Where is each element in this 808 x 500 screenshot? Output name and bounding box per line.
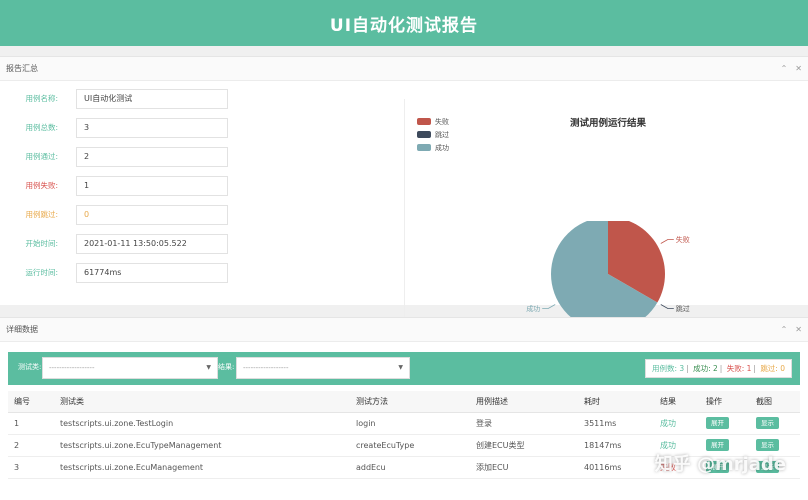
pie-slice-label: 失败 xyxy=(676,235,690,244)
cell-desc: 登录 xyxy=(470,412,578,435)
chevron-down-icon: ▼ xyxy=(206,364,211,371)
details-panel-header: 详细数据 ⌃ ✕ xyxy=(0,318,808,342)
col-header-desc: 用例描述 xyxy=(470,391,578,413)
pie-leader-line xyxy=(660,304,674,309)
field-case-fail: 用例失败: 1 xyxy=(0,175,228,196)
select-value: ------------------ xyxy=(243,364,289,372)
cell-desc: 添加ECU xyxy=(470,456,578,479)
pie-slice-label: 跳过 xyxy=(676,304,690,313)
cell-time: 18147ms xyxy=(578,434,654,457)
filter-bar: 测试类: ------------------ ▼ 结果: ----------… xyxy=(8,352,800,385)
filter-result-label: 结果: xyxy=(218,363,235,371)
field-label: 用例通过: xyxy=(25,152,58,161)
stats-summary: 用例数: 3 | 成功: 2 | 失败: 1 | 跳过: 0 xyxy=(644,359,792,378)
field-label: 开始时间: xyxy=(25,239,58,248)
cell-method: login xyxy=(350,412,470,435)
legend-swatch xyxy=(417,131,431,138)
pie-leader-line xyxy=(660,239,674,244)
chevron-down-icon: ▼ xyxy=(398,364,403,371)
legend-swatch xyxy=(417,144,431,151)
select-value: ------------------ xyxy=(49,364,95,372)
field-start-time: 开始时间: 2021-01-11 13:50:05.522 xyxy=(0,233,228,254)
field-value: 0 xyxy=(76,204,228,225)
watermark: 知乎 @mrjade xyxy=(654,454,786,475)
col-header-id: 编号 xyxy=(8,391,54,413)
close-icon[interactable]: ✕ xyxy=(795,325,802,334)
stat-fail: 失败: 1 xyxy=(726,364,752,373)
legend-item-fail[interactable]: 失败 xyxy=(417,115,449,128)
pie-slice-label: 成功 xyxy=(526,304,540,313)
summary-panel-title: 报告汇总 xyxy=(6,64,38,73)
filter-result-select[interactable]: ------------------ ▼ xyxy=(236,357,410,379)
cell-id: 2 xyxy=(8,434,54,457)
field-case-pass: 用例通过: 2 xyxy=(0,146,228,167)
cell-op: 展开 xyxy=(700,412,750,435)
collapse-icon[interactable]: ⌃ xyxy=(781,64,788,73)
filter-class-label: 测试类: xyxy=(18,363,42,371)
field-value: 2021-01-11 13:50:05.522 xyxy=(76,233,228,254)
legend-item-pass[interactable]: 成功 xyxy=(417,141,449,154)
col-header-result: 结果 xyxy=(654,391,700,413)
col-header-method: 测试方法 xyxy=(350,391,470,413)
cell-shot: 显示 xyxy=(750,412,800,435)
field-label: 用例总数: xyxy=(25,123,58,132)
field-case-total: 用例总数: 3 xyxy=(0,117,228,138)
legend-label: 成功 xyxy=(435,143,449,152)
collapse-icon[interactable]: ⌃ xyxy=(781,325,788,334)
stat-pass: 成功: 2 xyxy=(693,364,718,373)
legend-item-skip[interactable]: 跳过 xyxy=(417,128,449,141)
field-value: 2 xyxy=(76,146,228,167)
field-value: UI自动化测试 xyxy=(76,88,228,109)
cell-class: testscripts.ui.zone.EcuTypeManagement xyxy=(54,434,350,457)
cell-desc: 创建ECU类型 xyxy=(470,434,578,457)
table-header-row: 编号 测试类 测试方法 用例描述 耗时 结果 操作 截图 xyxy=(8,391,800,413)
show-screenshot-button[interactable]: 显示 xyxy=(756,417,779,429)
field-label: 用例名称: xyxy=(25,94,58,103)
details-panel-title: 详细数据 xyxy=(6,325,38,334)
expand-button[interactable]: 展开 xyxy=(706,417,729,429)
col-header-op: 操作 xyxy=(700,391,750,413)
stat-skip: 跳过: 0 xyxy=(760,364,785,373)
chart-legend: 失败 跳过 成功 xyxy=(417,115,449,154)
col-header-time: 耗时 xyxy=(578,391,654,413)
field-case-name: 用例名称: UI自动化测试 xyxy=(0,88,228,109)
cell-class: testscripts.ui.zone.EcuManagement xyxy=(54,456,350,479)
report-header: UI自动化测试报告 xyxy=(0,0,808,46)
cell-id: 3 xyxy=(8,456,54,479)
chart-title: 测试用例运行结果 xyxy=(569,118,646,129)
cell-time: 3511ms xyxy=(578,412,654,435)
divider xyxy=(404,99,405,317)
field-case-skip: 用例跳过: 0 xyxy=(0,204,228,225)
legend-label: 失败 xyxy=(435,117,449,126)
filter-class-select[interactable]: ------------------ ▼ xyxy=(42,357,218,379)
cell-class: testscripts.ui.zone.TestLogin xyxy=(54,412,350,435)
close-icon[interactable]: ✕ xyxy=(795,64,802,73)
table-row: 1 testscripts.ui.zone.TestLogin login 登录… xyxy=(8,412,800,435)
field-value: 1 xyxy=(76,175,228,196)
cell-method: addEcu xyxy=(350,456,470,479)
field-label: 用例跳过: xyxy=(25,210,58,219)
legend-label: 跳过 xyxy=(435,130,449,139)
field-value: 3 xyxy=(76,117,228,138)
cell-result: 成功 xyxy=(654,412,700,435)
cell-time: 40116ms xyxy=(578,456,654,479)
summary-panel: 报告汇总 ⌃ ✕ 用例名称: UI自动化测试 用例总数: 3 用例通过: 2 用… xyxy=(0,56,808,331)
col-header-shot: 截图 xyxy=(750,391,800,413)
field-label: 用例失败: xyxy=(25,181,58,190)
col-header-class: 测试类 xyxy=(54,391,350,413)
field-run-time: 运行时间: 61774ms xyxy=(0,262,228,283)
cell-id: 1 xyxy=(8,412,54,435)
pie-leader-line xyxy=(542,304,556,309)
cell-method: createEcuType xyxy=(350,434,470,457)
legend-swatch xyxy=(417,118,431,125)
page-title: UI自动化测试报告 xyxy=(329,15,479,36)
summary-panel-header: 报告汇总 ⌃ ✕ xyxy=(0,57,808,81)
stat-total: 用例数: 3 xyxy=(651,364,685,373)
field-label: 运行时间: xyxy=(25,268,58,277)
field-value: 61774ms xyxy=(76,262,228,283)
